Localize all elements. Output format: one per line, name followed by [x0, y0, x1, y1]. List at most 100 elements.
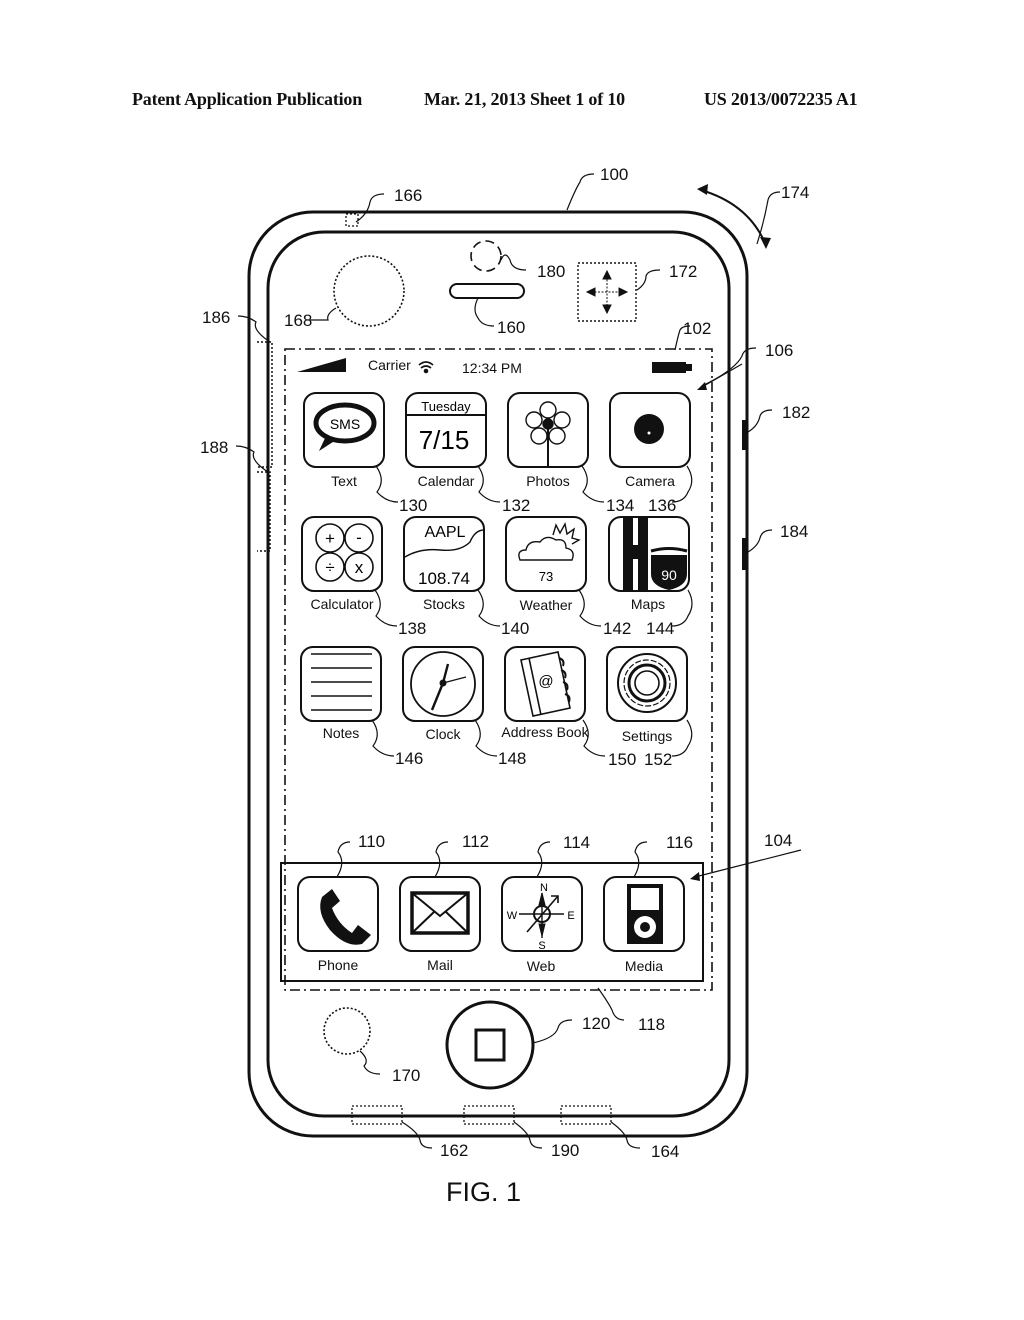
- ref-app: 140: [501, 619, 529, 638]
- app-label: Maps: [631, 596, 665, 612]
- app-address-book[interactable]: @ Address Book: [501, 646, 590, 740]
- map-road-icon: [623, 518, 688, 590]
- app-label: Settings: [622, 728, 673, 744]
- app-label: Media: [625, 958, 663, 974]
- app-clock[interactable]: Clock: [402, 646, 484, 742]
- status-time: 12:34 PM: [462, 360, 522, 376]
- app-maps[interactable]: 90 Maps: [608, 516, 690, 612]
- app-label: Clock: [425, 726, 461, 742]
- side-button-upper[interactable]: [742, 420, 748, 450]
- ref-app: 134: [606, 496, 634, 515]
- ref-app: 144: [646, 619, 674, 638]
- svg-text:E: E: [567, 910, 574, 922]
- svg-text:W: W: [507, 910, 518, 922]
- ref-home-screen: 106: [765, 341, 793, 360]
- ref-app: 152: [644, 750, 672, 769]
- battery-tip: [686, 364, 692, 371]
- battery-icon: [652, 362, 686, 373]
- ref-speaker-bottom: 164: [651, 1142, 679, 1161]
- figure-caption: FIG. 1: [446, 1177, 522, 1207]
- ref-home-button: 120: [582, 1014, 610, 1033]
- ref-front-camera-area: 168: [284, 311, 312, 330]
- bottom-sensor-leader: [359, 1050, 381, 1075]
- app-label: Calendar: [418, 473, 475, 489]
- ref-device: 100: [600, 165, 628, 184]
- camera-lens-icon: [634, 414, 664, 444]
- app-photos[interactable]: Photos: [507, 392, 589, 489]
- app-settings[interactable]: Settings: [606, 646, 688, 744]
- calendar-date: 7/15: [419, 425, 470, 455]
- ref-accelerometer: 172: [669, 262, 697, 281]
- app-calendar[interactable]: Tuesday 7/15 Calendar: [405, 392, 487, 489]
- svg-text:S: S: [538, 940, 545, 952]
- ref-app: 138: [398, 619, 426, 638]
- ref-top-sensor: 166: [394, 186, 422, 205]
- svg-text:-: -: [356, 528, 362, 547]
- dock-app-mail[interactable]: Mail: [399, 876, 481, 973]
- wifi-icon: [418, 361, 434, 374]
- clock-icon: [410, 651, 476, 717]
- flower-icon: [525, 401, 571, 466]
- app-camera[interactable]: Camera: [609, 392, 691, 489]
- svg-text:+: +: [325, 529, 335, 548]
- sun-cloud-icon: [518, 521, 581, 561]
- side-sensor-upper: [257, 341, 273, 468]
- calendar-day: Tuesday: [421, 399, 471, 414]
- side-button-lower[interactable]: [742, 538, 747, 570]
- ref-app: 136: [648, 496, 676, 515]
- svg-text:SMS: SMS: [330, 416, 360, 432]
- app-weather[interactable]: 73 Weather: [505, 516, 587, 613]
- app-label: Phone: [318, 957, 359, 973]
- ref-dock-app: 114: [563, 833, 590, 852]
- app-notes[interactable]: Notes: [300, 646, 382, 741]
- app-text[interactable]: SMS Text: [303, 392, 385, 489]
- bottom-sensor: [323, 1007, 371, 1055]
- ref-side-sensor-upper: 186: [202, 308, 230, 327]
- top-sensor: [345, 213, 359, 227]
- rotation-arrowhead-left: [697, 184, 708, 195]
- ref-button-upper: 182: [782, 403, 810, 422]
- ref-app: 150: [608, 750, 636, 769]
- ref-app: 142: [603, 619, 631, 638]
- dock-leader-lines: [336, 841, 648, 1021]
- notes-lines-icon: [311, 653, 372, 711]
- dock-arrowhead: [690, 872, 700, 881]
- move-arrows-icon: [585, 269, 629, 315]
- app-label: Camera: [625, 473, 675, 489]
- ref-speaker: 160: [497, 318, 525, 337]
- app-label: Weather: [520, 597, 573, 613]
- signal-strength-icon: [297, 358, 346, 372]
- weather-temp: 73: [539, 569, 553, 584]
- app-label: Stocks: [423, 596, 465, 612]
- ref-connector: 190: [551, 1141, 579, 1160]
- status-carrier: Carrier: [368, 357, 411, 373]
- envelope-icon: [410, 891, 470, 935]
- app-label: Mail: [427, 957, 453, 973]
- ref-app: 132: [502, 496, 530, 515]
- app-calculator[interactable]: + - ÷ x Calculator: [301, 516, 383, 612]
- dock-app-media[interactable]: Media: [603, 876, 685, 974]
- earpiece-speaker: [449, 283, 525, 299]
- media-player-icon: [627, 884, 663, 944]
- app-label: Calculator: [310, 596, 373, 612]
- dock-app-phone[interactable]: Phone: [297, 876, 379, 973]
- phone-handset-icon: [320, 889, 371, 945]
- ref-tray: 104: [764, 831, 792, 850]
- ref-front-camera: 180: [537, 262, 565, 281]
- front-camera-area: [333, 255, 405, 327]
- compass-icon: [519, 892, 564, 938]
- app-label: Photos: [526, 473, 570, 489]
- rotation-arrowhead-right: [760, 237, 771, 249]
- ref-microphone: 162: [440, 1141, 468, 1160]
- ref-bottom-sensor: 170: [392, 1066, 420, 1085]
- ref-rotation: 174: [781, 183, 809, 202]
- app-stocks[interactable]: AAPL 108.74 Stocks: [403, 516, 485, 612]
- app-label: Text: [331, 473, 357, 489]
- interstate-number: 90: [661, 567, 677, 583]
- dock-app-web[interactable]: N E S W Web: [501, 876, 583, 974]
- ref-button-lower: 184: [780, 522, 808, 541]
- front-camera: [470, 240, 502, 272]
- ref-side-sensor-lower: 188: [200, 438, 228, 457]
- home-button[interactable]: [445, 1000, 535, 1090]
- svg-text:N: N: [540, 882, 548, 894]
